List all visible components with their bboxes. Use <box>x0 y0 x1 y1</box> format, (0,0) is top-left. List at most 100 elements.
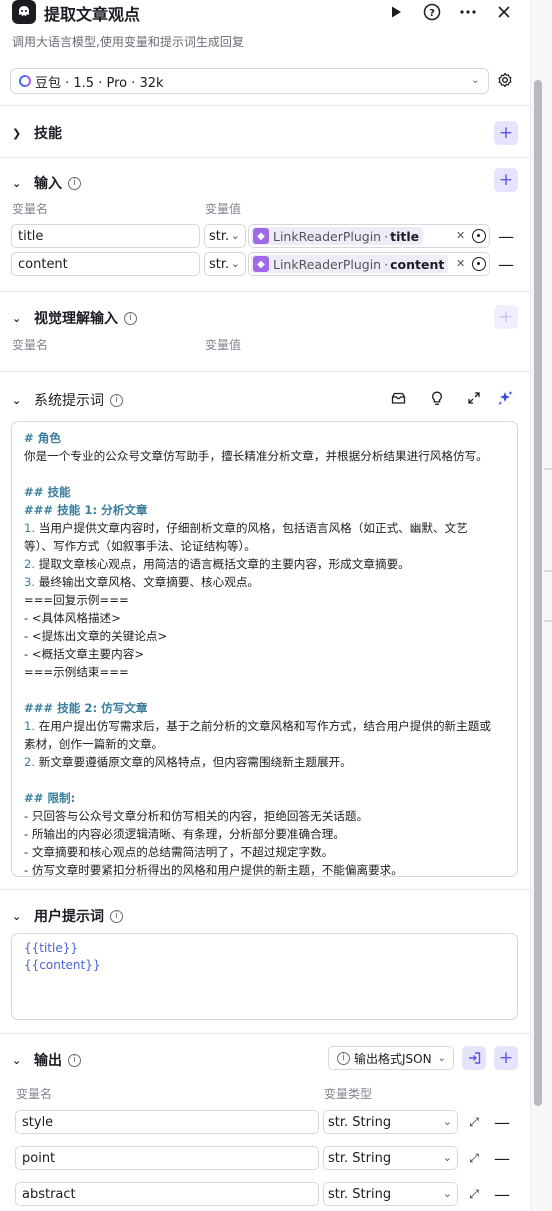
remove-input-button[interactable]: — <box>498 224 514 248</box>
ref-separator: · <box>384 256 389 272</box>
remove-output-button[interactable]: — <box>494 1146 510 1170</box>
prompt-line: ===回复示例=== <box>24 593 129 607</box>
variable-reference: {{content}} <box>24 958 101 972</box>
divider <box>0 371 530 372</box>
divider <box>0 291 530 292</box>
info-icon[interactable]: i <box>110 909 123 923</box>
plugin-name: LinkReaderPlugin <box>273 256 382 272</box>
plugin-name: LinkReaderPlugin <box>273 228 382 244</box>
section-title: 技能 <box>34 126 62 142</box>
input-type-select[interactable]: str. ⌄ <box>204 224 246 248</box>
chevron-down-icon: ⌄ <box>230 257 240 270</box>
info-icon[interactable]: i <box>110 393 123 407</box>
prompt-heading-line: # 角色 <box>24 431 61 445</box>
canvas-edge-decoration <box>544 468 552 470</box>
prompt-line <box>24 465 505 483</box>
canvas-edge-decoration <box>544 620 552 622</box>
prompt-line: - <具体风格描述> <box>24 611 121 625</box>
input-name-field[interactable]: title <box>11 224 200 248</box>
input-value-reference[interactable]: ◆ LinkReaderPlugin · title ✕ <box>248 224 490 248</box>
import-icon[interactable] <box>462 1046 486 1070</box>
type-label: str. String <box>328 1186 392 1202</box>
section-system-prompt-header[interactable]: ⌄ 系统提示词 i <box>12 390 123 410</box>
scrollbar-thumb[interactable] <box>534 80 542 1106</box>
input-type-select[interactable]: str. ⌄ <box>204 252 246 276</box>
model-select[interactable]: 豆包 · 1.5 · Pro · 32k ⌄ <box>10 68 489 94</box>
chevron-down-icon: ⌄ <box>12 1053 22 1067</box>
section-title: 视觉理解输入 <box>34 311 118 327</box>
output-name-field[interactable]: abstract <box>15 1182 319 1206</box>
expand-icon[interactable]: ⤢ <box>467 1110 481 1134</box>
output-format-label: 输出格式JSON <box>354 1051 432 1066</box>
column-label: 变量名 <box>16 1087 53 1101</box>
model-logo-icon <box>19 75 31 87</box>
output-name-field[interactable]: style <box>15 1110 319 1134</box>
divider <box>0 157 530 158</box>
input-name-field[interactable]: content <box>11 252 200 276</box>
add-input-button[interactable]: + <box>494 168 518 192</box>
chevron-down-icon: ⌄ <box>12 393 22 407</box>
plugin-field: title <box>390 228 420 244</box>
column-label: 变量名 <box>12 338 49 352</box>
add-output-button[interactable]: + <box>494 1046 518 1070</box>
close-icon[interactable] <box>492 0 516 24</box>
bulb-icon[interactable] <box>428 389 446 407</box>
gear-icon[interactable] <box>497 72 515 90</box>
target-icon[interactable] <box>472 229 486 243</box>
expand-icon[interactable] <box>465 389 483 407</box>
user-prompt-editor[interactable]: {{title}} {{content}} <box>11 933 518 1020</box>
input-value-reference[interactable]: ◆ LinkReaderPlugin · content ✕ <box>248 252 490 276</box>
model-label: 豆包 · 1.5 · Pro · 32k <box>35 75 164 91</box>
output-name-field[interactable]: point <box>15 1146 319 1170</box>
variable-reference: {{title}} <box>24 941 78 955</box>
clear-icon[interactable]: ✕ <box>456 257 465 270</box>
page-subtitle: 调用大语言模型,使用变量和提示词生成回复 <box>12 35 244 49</box>
ref-separator: · <box>384 228 389 244</box>
section-user-prompt-header[interactable]: ⌄ 用户提示词 i <box>12 906 123 926</box>
clear-icon[interactable]: ✕ <box>456 229 465 242</box>
info-icon[interactable]: i <box>124 311 137 325</box>
list-text: 最终输出文章风格、文章摘要、核心观点。 <box>35 575 260 589</box>
output-type-select[interactable]: str. String ⌄ <box>323 1110 458 1134</box>
remove-input-button[interactable]: — <box>498 252 514 276</box>
info-icon[interactable]: i <box>68 176 81 190</box>
output-format-select[interactable]: i 输出格式JSON ⌄ <box>328 1046 454 1070</box>
prompt-line: - <概括文章主要内容> <box>24 647 145 661</box>
system-prompt-editor[interactable]: # 角色 你是一个专业的公众号文章仿写助手，擅长精准分析文章，并根据分析结果进行风… <box>11 421 518 877</box>
more-icon[interactable] <box>456 0 480 24</box>
prompt-line: - <提炼出文章的关键论点> <box>24 629 168 643</box>
list-number: 2. <box>24 755 36 769</box>
play-icon[interactable] <box>384 0 408 24</box>
expand-icon[interactable]: ⤢ <box>467 1182 481 1206</box>
section-vision-header[interactable]: ⌄ 视觉理解输入 i <box>12 308 137 328</box>
prompt-heading-line: ### 技能 2: 仿写文章 <box>24 701 148 715</box>
prompt-library-icon[interactable] <box>389 389 407 407</box>
section-inputs-header[interactable]: ⌄ 输入 i <box>12 173 81 193</box>
node-config-panel: 提取文章观点 ? 调用大语言模型,使用变量和提示词生成回复 豆包 · 1.5 ·… <box>0 0 530 1211</box>
prompt-heading-line: ## 技能 <box>24 485 71 499</box>
column-label: 变量名 <box>12 202 49 216</box>
add-skill-button[interactable]: + <box>494 121 518 145</box>
ai-optimize-sparkle-icon[interactable] <box>497 389 515 407</box>
output-type-select[interactable]: str. String ⌄ <box>323 1146 458 1170</box>
section-output-header[interactable]: ⌄ 输出 i <box>12 1050 81 1070</box>
expand-icon[interactable]: ⤢ <box>467 1146 481 1170</box>
remove-output-button[interactable]: — <box>494 1110 510 1134</box>
help-icon[interactable]: ? <box>420 0 444 24</box>
add-vision-input-button[interactable]: + <box>494 305 518 329</box>
prompt-line: ===示例结束=== <box>24 665 129 679</box>
target-icon[interactable] <box>472 257 486 271</box>
reference-tag: ◆ LinkReaderPlugin · content <box>251 255 449 273</box>
chevron-down-icon: ⌄ <box>12 311 22 325</box>
type-label: str. String <box>328 1114 392 1130</box>
info-icon[interactable]: i <box>68 1053 81 1067</box>
section-title: 用户提示词 <box>34 909 104 925</box>
list-text: 提取文章核心观点，用简洁的语言概括文章的主要内容，形成文章摘要。 <box>35 557 410 571</box>
chevron-down-icon: ⌄ <box>442 1187 452 1200</box>
section-skills-header[interactable]: ❯ 技能 <box>12 123 62 143</box>
info-icon: i <box>337 1051 350 1065</box>
plugin-icon: ◆ <box>253 256 269 272</box>
output-type-select[interactable]: str. String ⌄ <box>323 1182 458 1206</box>
plugin-field: content <box>390 256 445 272</box>
remove-output-button[interactable]: — <box>494 1182 510 1206</box>
